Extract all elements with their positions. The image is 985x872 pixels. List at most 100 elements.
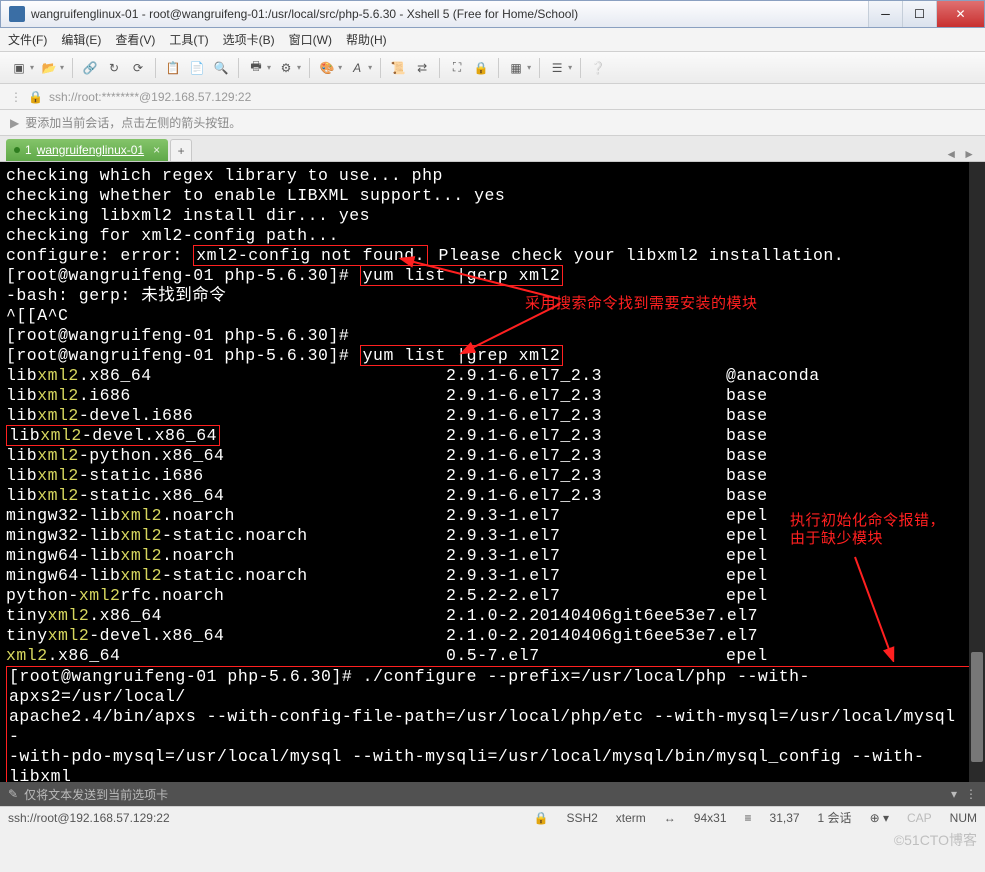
status-cap: CAP bbox=[907, 811, 932, 825]
status-ssh-icon: 🔒 bbox=[533, 811, 548, 825]
scrollbar[interactable] bbox=[969, 162, 985, 782]
window-titlebar: wangruifenglinux-01 - root@wangruifeng-0… bbox=[0, 0, 985, 28]
terminal[interactable]: checking which regex library to use... p… bbox=[0, 162, 985, 782]
status-size-icon: ↔ bbox=[664, 811, 676, 825]
dropdown-icon[interactable]: ▾ bbox=[338, 63, 342, 72]
script-icon[interactable]: 📜 bbox=[387, 57, 409, 79]
menu-bar: 文件(F) 编辑(E) 查看(V) 工具(T) 选项卡(B) 窗口(W) 帮助(… bbox=[0, 28, 985, 52]
terminal-line: ^[[A^C bbox=[6, 306, 979, 326]
status-term: xterm bbox=[616, 811, 646, 825]
status-nav-icon[interactable]: ⊕ ▾ bbox=[870, 811, 889, 825]
menu-tab[interactable]: 选项卡(B) bbox=[223, 31, 275, 48]
package-row: python-xml2rfc.noarch2.5.2-2.el7epel bbox=[6, 586, 979, 606]
arrow-icon[interactable]: ▶ bbox=[10, 116, 19, 130]
tab-prev-icon[interactable]: ◄ bbox=[945, 147, 957, 161]
reconnect-icon[interactable]: ↻ bbox=[103, 57, 125, 79]
package-row: xml2.x86_640.5-7.el7epel bbox=[6, 646, 979, 666]
package-row: tinyxml2-devel.x86_642.1.0-2.20140406git… bbox=[6, 626, 979, 646]
status-sessions: 1 会话 bbox=[818, 809, 852, 826]
properties-icon[interactable]: ⚙ bbox=[275, 57, 297, 79]
package-row: tinyxml2.x86_642.1.0-2.20140406git6ee53e… bbox=[6, 606, 979, 626]
menu-file[interactable]: 文件(F) bbox=[8, 31, 47, 48]
copy-icon[interactable]: 📋 bbox=[162, 57, 184, 79]
send-dropdown-icon[interactable]: ▾ bbox=[951, 787, 957, 801]
close-button[interactable]: ✕ bbox=[936, 1, 984, 27]
error-highlight: xml2-config not found. bbox=[193, 245, 428, 266]
lock-icon[interactable]: 🔒 bbox=[470, 57, 492, 79]
terminal-line: [root@wangruifeng-01 php-5.6.30]# yum li… bbox=[6, 266, 979, 286]
maximize-button[interactable]: ☐ bbox=[902, 1, 936, 27]
package-row: libxml2.i6862.9.1-6.el7_2.3base bbox=[6, 386, 979, 406]
dropdown-icon[interactable]: ▾ bbox=[527, 63, 531, 72]
tab-label: wangruifenglinux-01 bbox=[37, 143, 144, 157]
tab-next-icon[interactable]: ► bbox=[963, 147, 975, 161]
find-icon[interactable]: 🔍 bbox=[210, 57, 232, 79]
dropdown-icon[interactable]: ▾ bbox=[30, 63, 34, 72]
dropdown-icon[interactable]: ▾ bbox=[368, 63, 372, 72]
send-text[interactable]: 仅将文本发送到当前选项卡 bbox=[24, 786, 168, 803]
cmd-highlight: yum list |grep xml2 bbox=[360, 345, 564, 366]
session-tab[interactable]: 1 wangruifenglinux-01 × bbox=[6, 139, 168, 161]
dropdown-icon[interactable]: ⋮ bbox=[10, 90, 22, 104]
hint-text: 要添加当前会话，点击左侧的箭头按钮。 bbox=[25, 114, 241, 131]
terminal-line: configure: error: xml2-config not found.… bbox=[6, 246, 979, 266]
print-icon[interactable]: 🖶 bbox=[245, 57, 267, 79]
package-row: libxml2.x86_642.9.1-6.el7_2.3@anaconda bbox=[6, 366, 979, 386]
dropdown-icon[interactable]: ▾ bbox=[297, 63, 301, 72]
layout-icon[interactable]: ▦ bbox=[505, 57, 527, 79]
terminal-line: -with-pdo-mysql=/usr/local/mysql --with-… bbox=[9, 747, 976, 782]
status-pos-icon: ≡ bbox=[745, 811, 752, 825]
disconnect-icon[interactable]: ⟳ bbox=[127, 57, 149, 79]
menu-view[interactable]: 查看(V) bbox=[115, 31, 155, 48]
fullscreen-icon[interactable]: ⛶ bbox=[446, 57, 468, 79]
open-icon[interactable]: 📂 bbox=[38, 57, 60, 79]
dropdown-icon[interactable]: ▾ bbox=[60, 63, 64, 72]
terminal-line: apache2.4/bin/apxs --with-config-file-pa… bbox=[9, 707, 976, 747]
session-list-icon[interactable]: ☰ bbox=[546, 57, 568, 79]
tab-close-icon[interactable]: × bbox=[153, 143, 160, 157]
cmd-highlight: yum list |gerp xml2 bbox=[360, 265, 564, 286]
tab-strip: 1 wangruifenglinux-01 × + ◄ ► bbox=[0, 136, 985, 162]
menu-edit[interactable]: 编辑(E) bbox=[61, 31, 101, 48]
tab-add-button[interactable]: + bbox=[170, 139, 192, 161]
new-session-icon[interactable]: ▣ bbox=[8, 57, 30, 79]
status-num: NUM bbox=[950, 811, 977, 825]
package-row: libxml2-devel.i6862.9.1-6.el7_2.3base bbox=[6, 406, 979, 426]
status-ssh: SSH2 bbox=[566, 811, 597, 825]
minimize-button[interactable]: ─ bbox=[868, 1, 902, 27]
package-row: mingw64-libxml2.noarch2.9.3-1.el7epel bbox=[6, 546, 979, 566]
package-row: libxml2-static.x86_642.9.1-6.el7_2.3base bbox=[6, 486, 979, 506]
connect-icon[interactable]: 🔗 bbox=[79, 57, 101, 79]
watermark: ©51CTO博客 bbox=[894, 830, 977, 850]
terminal-line: [root@wangruifeng-01 php-5.6.30]# yum li… bbox=[6, 346, 979, 366]
package-row: mingw64-libxml2-static.noarch2.9.3-1.el7… bbox=[6, 566, 979, 586]
send-pin-icon[interactable]: ⋮ bbox=[965, 787, 977, 801]
font-icon[interactable]: A bbox=[346, 57, 368, 79]
lock-icon: 🔒 bbox=[28, 90, 43, 104]
menu-tools[interactable]: 工具(T) bbox=[169, 31, 208, 48]
dropdown-icon[interactable]: ▾ bbox=[568, 63, 572, 72]
menu-window[interactable]: 窗口(W) bbox=[289, 31, 332, 48]
app-icon bbox=[9, 6, 25, 22]
status-connection: ssh://root@192.168.57.129:22 bbox=[8, 811, 170, 825]
terminal-line: checking libxml2 install dir... yes bbox=[6, 206, 979, 226]
transfer-icon[interactable]: ⇄ bbox=[411, 57, 433, 79]
toolbar: ▣▾ 📂▾ 🔗 ↻ ⟳ 📋 📄 🔍 🖶▾ ⚙▾ 🎨▾ A▾ 📜 ⇄ ⛶ 🔒 ▦▾… bbox=[0, 52, 985, 84]
terminal-line: checking whether to enable LIBXML suppor… bbox=[6, 186, 979, 206]
hint-bar: ▶ 要添加当前会话，点击左侧的箭头按钮。 bbox=[0, 110, 985, 136]
address-text[interactable]: ssh://root:********@192.168.57.129:22 bbox=[49, 90, 251, 104]
color-icon[interactable]: 🎨 bbox=[316, 57, 338, 79]
status-bar: ssh://root@192.168.57.129:22 🔒 SSH2 xter… bbox=[0, 806, 985, 828]
paste-icon[interactable]: 📄 bbox=[186, 57, 208, 79]
dropdown-icon[interactable]: ▾ bbox=[267, 63, 271, 72]
package-row: mingw32-libxml2.noarch2.9.3-1.el7epel bbox=[6, 506, 979, 526]
scrollbar-thumb[interactable] bbox=[971, 652, 983, 762]
package-row: mingw32-libxml2-static.noarch2.9.3-1.el7… bbox=[6, 526, 979, 546]
configure-highlight: [root@wangruifeng-01 php-5.6.30]# ./conf… bbox=[6, 666, 979, 782]
terminal-line: [root@wangruifeng-01 php-5.6.30]# ./conf… bbox=[9, 667, 976, 707]
package-highlight: libxml2-devel.x86_64 bbox=[6, 425, 220, 446]
send-icon[interactable]: ✎ bbox=[8, 787, 18, 801]
package-row: libxml2-python.x86_642.9.1-6.el7_2.3base bbox=[6, 446, 979, 466]
help-icon[interactable]: ❔ bbox=[587, 57, 609, 79]
menu-help[interactable]: 帮助(H) bbox=[346, 31, 387, 48]
